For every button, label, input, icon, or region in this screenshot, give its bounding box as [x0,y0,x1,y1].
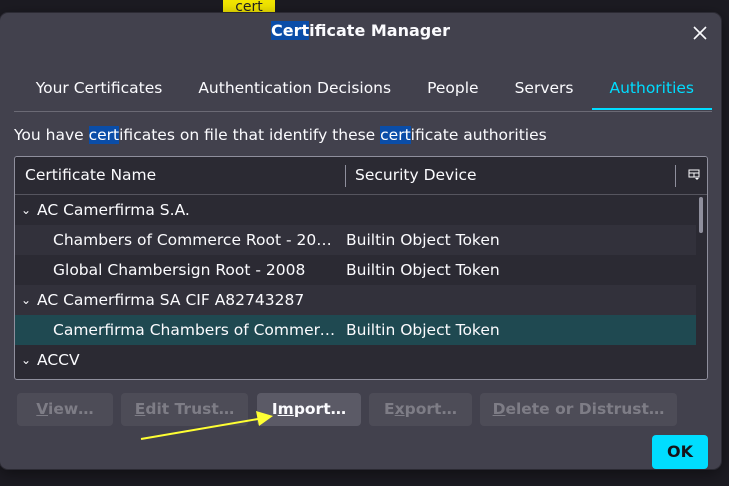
tab-servers[interactable]: Servers [497,73,592,110]
row-certificate-name: AC Camerfirma SA CIF A82743287 [37,291,305,309]
column-splitter[interactable] [345,165,346,187]
row-security-device: Builtin Object Token [346,231,500,249]
view-button[interactable]: View… [17,393,113,426]
scrollbar-thumb[interactable] [699,197,703,233]
dialog-title: Certificate Manager [0,21,721,41]
close-button[interactable] [688,21,712,45]
row-certificate-name: Chambers of Commerce Root - 200… [53,231,338,249]
tree-row[interactable]: Chambers of Commerce Root - 200… Builtin… [15,225,696,255]
tree-group-row[interactable]: ⌄ AC Camerfirma S.A. [15,195,696,225]
certificate-tree[interactable]: Certificate Name Security Device ⌄ AC Ca… [14,156,708,380]
column-splitter[interactable] [675,165,676,187]
column-header-certificate-name[interactable]: Certificate Name [25,157,156,194]
desc-text-2: ificates on file that identify these [119,126,381,144]
tab-people[interactable]: People [409,73,497,110]
tree-group-row[interactable]: ⌄ ACCV [15,345,696,375]
row-certificate-name: Camerfirma Chambers of Commerc… [53,321,338,339]
chevron-down-icon[interactable]: ⌄ [21,195,31,225]
tree-row[interactable]: Global Chambersign Root - 2008 Builtin O… [15,255,696,285]
chevron-down-icon[interactable]: ⌄ [21,345,31,375]
tab-authentication-decisions[interactable]: Authentication Decisions [180,73,409,110]
desc-text-1: You have [14,126,89,144]
tab-bar: Your Certificates Authentication Decisio… [14,73,712,112]
row-certificate-name: ACCV [37,351,80,369]
ok-button[interactable]: OK [652,435,708,469]
chevron-down-icon[interactable]: ⌄ [21,285,31,315]
row-security-device: Builtin Object Token [346,261,500,279]
close-icon [693,26,707,40]
desc-text-3: ificate authorities [410,126,547,144]
desc-highlight-1: cert [88,126,120,144]
row-certificate-name: AC Camerfirma S.A. [37,201,190,219]
export-button[interactable]: Export… [369,393,472,426]
desc-highlight-2: cert [380,126,411,144]
tree-scrollbar[interactable] [696,195,707,379]
tree-rows: ⌄ AC Camerfirma S.A. Chambers of Commerc… [15,195,696,375]
tab-your-certificates[interactable]: Your Certificates [18,73,181,110]
title-text: ificate Manager [309,21,450,40]
column-picker-button[interactable] [686,167,702,183]
delete-or-distrust-button[interactable]: Delete or Distrust… [480,393,677,426]
tree-group-row[interactable]: ⌄ AC Camerfirma SA CIF A82743287 [15,285,696,315]
column-header-security-device[interactable]: Security Device [355,157,477,194]
row-certificate-name: Global Chambersign Root - 2008 [53,261,306,279]
column-picker-icon [688,169,700,180]
tab-authorities[interactable]: Authorities [591,73,712,110]
tree-row-selected[interactable]: Camerfirma Chambers of Commerc… Builtin … [15,315,696,345]
authorities-description: You have certificates on file that ident… [14,125,547,145]
certificate-manager-dialog: Certificate Manager Your Certificates Au… [0,13,721,469]
title-search-highlight: Cert [271,21,310,40]
search-highlight-chip: cert [223,0,275,14]
row-security-device: Builtin Object Token [346,321,500,339]
tree-header: Certificate Name Security Device [15,157,707,195]
import-button[interactable]: Import… [257,393,361,426]
edit-trust-button[interactable]: Edit Trust… [121,393,248,426]
